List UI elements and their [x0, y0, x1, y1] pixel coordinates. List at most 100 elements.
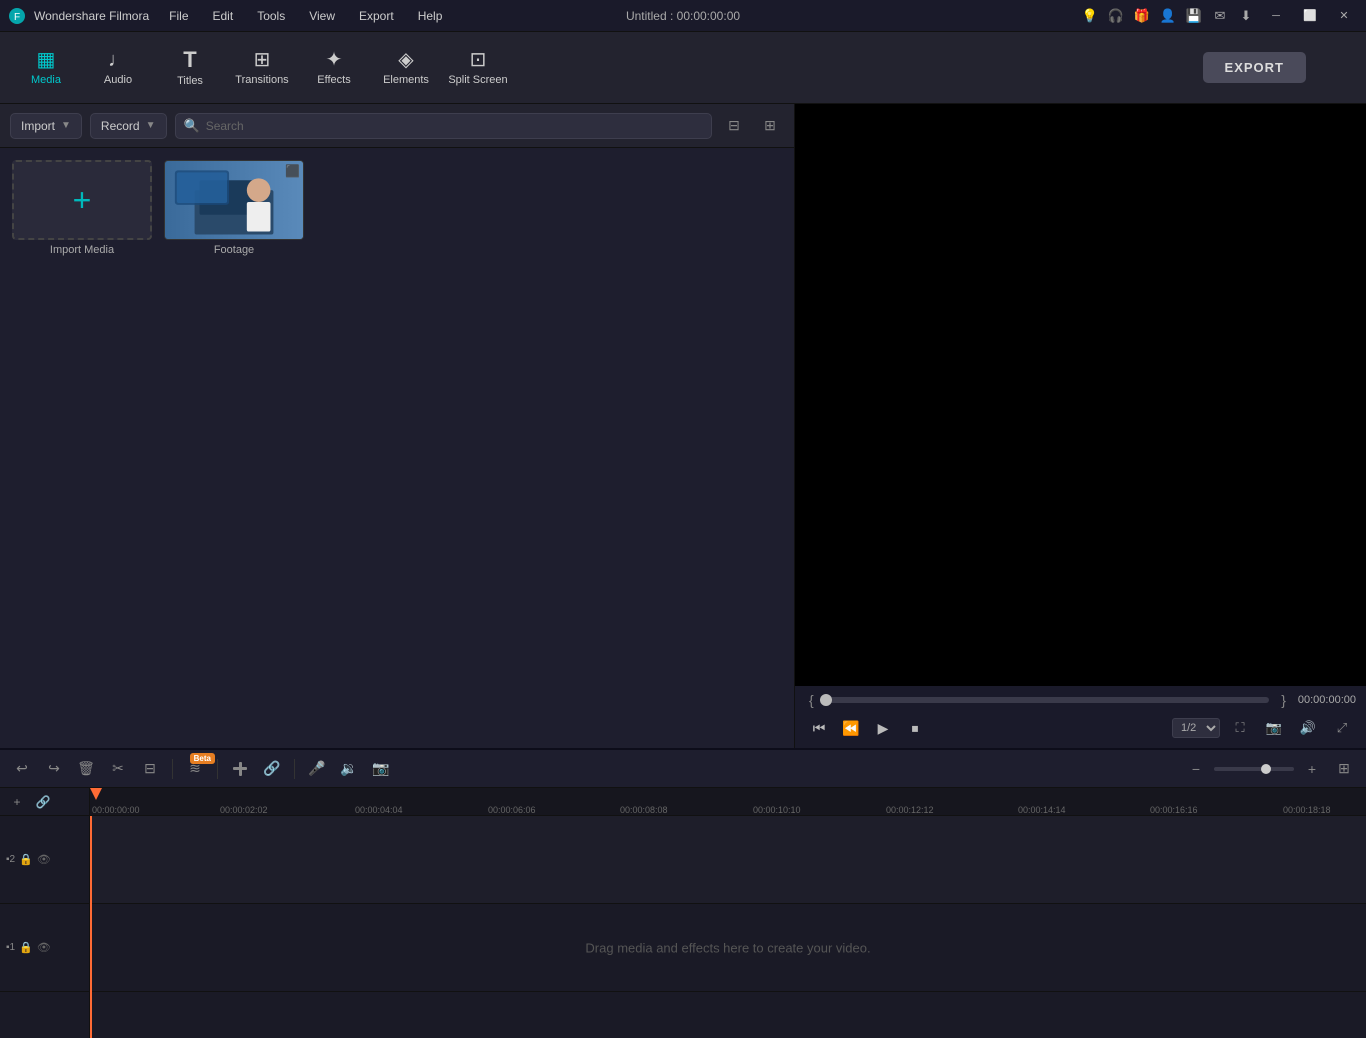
redo-button[interactable]: ↪	[40, 755, 68, 783]
progress-bar-container: { } 00:00:00:00	[805, 692, 1356, 708]
drag-hint: Drag media and effects here to create yo…	[585, 940, 870, 955]
audio-wave-button[interactable]: ≋ Beta	[181, 755, 209, 783]
progress-bar[interactable]	[826, 697, 1270, 703]
toolbar-media[interactable]: ▦ Media	[12, 38, 80, 98]
save-cloud-icon[interactable]: 💾	[1184, 6, 1204, 26]
toolbar-audio[interactable]: ♩ Audio	[84, 38, 152, 98]
track-v1-lock[interactable]: 🔒	[19, 941, 33, 954]
title-bar-left: F Wondershare Filmora File Edit Tools Vi…	[8, 7, 446, 25]
toolbar-transitions[interactable]: ⊞ Transitions	[228, 38, 296, 98]
track-v2-visibility[interactable]: 👁	[37, 853, 51, 866]
split-screen-icon: ⊡	[470, 50, 487, 70]
zoom-in-button[interactable]: +	[1298, 755, 1326, 783]
play-button[interactable]: ▶	[869, 714, 897, 742]
quality-select[interactable]: 1/2 1/4 Full	[1172, 718, 1220, 738]
out-point-button[interactable]: }	[1277, 692, 1290, 708]
zoom-handle[interactable]	[1261, 764, 1271, 774]
mail-icon[interactable]: ✉	[1210, 6, 1230, 26]
audio-duck-button[interactable]: 🔉	[335, 755, 363, 783]
window-title: Untitled : 00:00:00:00	[626, 9, 740, 23]
app-name: Wondershare Filmora	[34, 9, 149, 23]
mic-button[interactable]: 🎤	[303, 755, 331, 783]
import-dropdown[interactable]: Import ▼	[10, 113, 82, 139]
import-placeholder[interactable]: +	[12, 160, 152, 240]
crop-button[interactable]: ⊟	[136, 755, 164, 783]
filter-icon[interactable]: ⊟	[720, 112, 748, 140]
import-media-item[interactable]: + Import Media	[12, 160, 152, 256]
menu-file[interactable]: File	[165, 7, 192, 25]
import-label: Import	[21, 119, 55, 133]
ruler-tick-7: 00:00:14:14	[1018, 805, 1066, 815]
progress-handle[interactable]	[820, 694, 832, 706]
media-grid: + Import Media	[0, 148, 794, 748]
cut-button[interactable]: ✂	[104, 755, 132, 783]
fullscreen-button[interactable]: ⤢	[1328, 714, 1356, 742]
playback-controls: ⏮ ⏪ ▶ ⏹ 1/2 1/4 Full ⛶ 📷 🔊 ⤢	[805, 714, 1356, 742]
zoom-fit-button[interactable]: ⊞	[1330, 755, 1358, 783]
timeline-ruler-and-tracks: 00:00:00:00 00:00:02:02 00:00:04:04 00:0…	[90, 788, 1366, 1038]
footage-item[interactable]: ⬛ Footage	[164, 160, 304, 256]
add-track-button[interactable]	[226, 755, 254, 783]
toolbar-elements[interactable]: ◈ Elements	[372, 38, 440, 98]
zoom-slider[interactable]	[1214, 767, 1294, 771]
ruler-tick-9: 00:00:18:18	[1283, 805, 1331, 815]
bulb-icon[interactable]: 💡	[1080, 6, 1100, 26]
menu-tools[interactable]: Tools	[253, 7, 289, 25]
track-v2-lock[interactable]: 🔒	[19, 853, 33, 866]
media-label: Media	[31, 74, 61, 86]
link-to-timeline-button[interactable]: 🔗	[32, 791, 54, 813]
elements-label: Elements	[383, 74, 429, 86]
media-icon: ▦	[37, 50, 56, 70]
gift-icon[interactable]: 🎁	[1132, 6, 1152, 26]
undo-button[interactable]: ↩	[8, 755, 36, 783]
track-v1-label: ▪1	[6, 942, 15, 953]
record-dropdown[interactable]: Record ▼	[90, 113, 167, 139]
volume-button[interactable]: 🔊	[1294, 714, 1322, 742]
timeline-right-controls: − + ⊞	[1182, 755, 1358, 783]
snapshot-button[interactable]: 📷	[1260, 714, 1288, 742]
track-v1-visibility[interactable]: 👁	[37, 941, 51, 954]
snapshot-tl-button[interactable]: 📷	[367, 755, 395, 783]
track-v2-label: ▪2	[6, 854, 15, 865]
headset-icon[interactable]: 🎧	[1106, 6, 1126, 26]
zoom-out-button[interactable]: −	[1182, 755, 1210, 783]
ruler-tick-0: 00:00:00:00	[92, 805, 140, 815]
menu-help[interactable]: Help	[414, 7, 447, 25]
preview-screen	[795, 104, 1366, 686]
ruler-tick-2: 00:00:04:04	[355, 805, 403, 815]
maximize-button[interactable]: ⬜	[1296, 5, 1324, 27]
menu-edit[interactable]: Edit	[209, 7, 238, 25]
frame-back-button[interactable]: ⏪	[837, 714, 865, 742]
close-button[interactable]: ✕	[1330, 5, 1358, 27]
menu-export[interactable]: Export	[355, 7, 398, 25]
toolbar-titles[interactable]: T Titles	[156, 38, 224, 98]
toolbar-effects[interactable]: ✦ Effects	[300, 38, 368, 98]
playhead[interactable]	[90, 816, 92, 1038]
search-input[interactable]	[206, 119, 703, 133]
footage-preview: ⬛	[165, 161, 303, 239]
beta-badge: Beta	[190, 753, 215, 764]
audio-icon: ♩	[108, 50, 128, 70]
delete-button[interactable]: 🗑	[72, 755, 100, 783]
minimize-button[interactable]: ─	[1262, 5, 1290, 27]
main-area: Import ▼ Record ▼ 🔍 ⊟ ⊞ + Import Media	[0, 104, 1366, 748]
link-button[interactable]: 🔗	[258, 755, 286, 783]
footage-thumb: ⬛	[164, 160, 304, 240]
step-back-button[interactable]: ⏮	[805, 714, 833, 742]
stop-button[interactable]: ⏹	[901, 714, 929, 742]
transitions-icon: ⊞	[254, 50, 271, 70]
search-box[interactable]: 🔍	[175, 113, 712, 139]
toolbar-split-screen[interactable]: ⊡ Split Screen	[444, 38, 512, 98]
download-icon[interactable]: ⬇	[1236, 6, 1256, 26]
menu-view[interactable]: View	[305, 7, 339, 25]
grid-view-icon[interactable]: ⊞	[756, 112, 784, 140]
in-point-button[interactable]: {	[805, 692, 818, 708]
effects-icon: ✦	[326, 50, 343, 70]
account-icon[interactable]: 👤	[1158, 6, 1178, 26]
export-button[interactable]: EXPORT	[1203, 52, 1306, 83]
audio-label: Audio	[104, 74, 132, 86]
add-to-timeline-button[interactable]: +	[6, 791, 28, 813]
import-media-label: Import Media	[50, 244, 114, 256]
timeline-area: ↩ ↪ 🗑 ✂ ⊟ ≋ Beta 🔗 🎤 🔉 📷 − + ⊞	[0, 748, 1366, 1038]
fullscreen-preview-button[interactable]: ⛶	[1226, 714, 1254, 742]
